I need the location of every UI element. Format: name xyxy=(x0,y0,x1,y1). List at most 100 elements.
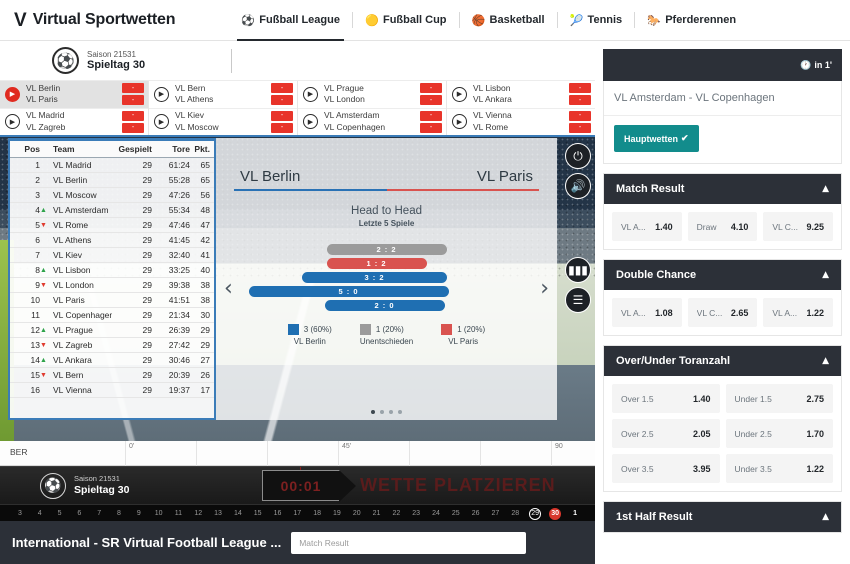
fixture-row[interactable]: ▶ VL Berlin VL Paris - - xyxy=(0,81,148,109)
round-number[interactable]: 20 xyxy=(347,510,367,517)
market-header[interactable]: Over/Under Toranzahl ▲ xyxy=(604,346,841,376)
chevron-up-icon[interactable]: ▲ xyxy=(822,512,829,522)
odd-cell[interactable]: - xyxy=(420,110,442,121)
odd-cell[interactable]: - xyxy=(271,110,293,121)
round-strip[interactable]: 3 4 5 6 7 8 9 10 11 12 13 14 15 16 17 18 19 20 21 22 23 24 25 2… xyxy=(0,504,595,521)
power-icon[interactable]: ⏻ xyxy=(565,143,591,169)
market-select[interactable]: Match Result xyxy=(291,531,527,554)
round-number[interactable]: 22 xyxy=(386,510,406,517)
round-number[interactable]: 19 xyxy=(327,510,347,517)
fixture-odds[interactable]: -- xyxy=(122,110,144,133)
odd-cell[interactable]: - xyxy=(420,95,442,106)
fixture-row[interactable]: ▶ VL Bern VL Athens - - xyxy=(149,81,297,109)
round-number[interactable]: 8 xyxy=(109,510,129,517)
odd-cell[interactable]: - xyxy=(569,83,591,94)
selection-button[interactable]: VL A... 1.22 xyxy=(763,298,834,327)
nav-item-tennis[interactable]: 🎾 Tennis xyxy=(558,0,635,41)
round-number[interactable]: 27 xyxy=(486,510,506,517)
selection-button[interactable]: Draw 4.10 xyxy=(687,212,758,241)
selection-button[interactable]: Over 1.5 1.40 xyxy=(612,384,720,413)
odd-cell[interactable]: - xyxy=(420,83,442,94)
nav-item-fu-ball-cup[interactable]: 🟡 Fußball Cup xyxy=(353,0,459,41)
odd-cell[interactable]: - xyxy=(569,95,591,106)
play-icon[interactable]: ▶ xyxy=(5,114,20,130)
round-number[interactable]: 11 xyxy=(169,510,189,517)
selection-button[interactable]: Under 2.5 1.70 xyxy=(725,419,833,448)
odd-cell[interactable]: - xyxy=(271,83,293,94)
market-header[interactable]: Match Result ▲ xyxy=(604,174,841,204)
odd-cell[interactable]: - xyxy=(569,122,591,133)
fixture-odds[interactable]: -- xyxy=(420,83,442,106)
round-number[interactable]: 12 xyxy=(188,510,208,517)
play-icon[interactable]: ▶ xyxy=(154,86,169,102)
round-number[interactable]: 3 xyxy=(10,510,30,517)
round-number[interactable]: 10 xyxy=(149,510,169,517)
carousel-dots[interactable] xyxy=(216,410,557,414)
round-number[interactable]: 23 xyxy=(406,510,426,517)
round-number[interactable]: 16 xyxy=(268,510,288,517)
play-icon[interactable]: ▶ xyxy=(452,86,467,102)
fixture-odds[interactable]: -- xyxy=(271,83,293,106)
round-current[interactable]: 29 xyxy=(529,507,542,520)
selection-button[interactable]: Under 3.5 1.22 xyxy=(725,454,833,483)
fixture-odds[interactable]: -- xyxy=(569,83,591,106)
tab-hauptwetten[interactable]: Hauptwetten ✔ xyxy=(614,125,699,152)
place-bet-cta[interactable]: WETTE PLATZIEREN xyxy=(360,475,556,496)
round-number[interactable]: 7 xyxy=(89,510,109,517)
selection-button[interactable]: VL C... 9.25 xyxy=(763,212,834,241)
carousel-dot[interactable] xyxy=(398,410,402,414)
carousel-prev-icon[interactable]: ‹ xyxy=(224,278,233,300)
market-header[interactable]: 1st Half Result ▲ xyxy=(604,502,841,532)
statistics-icon[interactable]: ▮▮▮ xyxy=(565,257,591,283)
carousel-next-icon[interactable]: › xyxy=(540,278,549,300)
play-icon[interactable]: ▶ xyxy=(303,114,318,130)
round-number[interactable]: 13 xyxy=(208,510,228,517)
round-number[interactable]: 5 xyxy=(50,510,70,517)
chevron-up-icon[interactable]: ▲ xyxy=(822,184,829,194)
carousel-dot[interactable] xyxy=(389,410,393,414)
round-number[interactable]: 15 xyxy=(248,510,268,517)
round-number[interactable]: 24 xyxy=(426,510,446,517)
chevron-up-icon[interactable]: ▲ xyxy=(822,356,829,366)
nav-item-fu-ball-league[interactable]: ⚽ Fußball League xyxy=(229,0,352,41)
fixture-row[interactable]: ▶ VL Madrid VL Zagreb - - xyxy=(0,109,148,136)
round-number[interactable]: 9 xyxy=(129,510,149,517)
selection-button[interactable]: Over 2.5 2.05 xyxy=(612,419,720,448)
round-number[interactable]: 14 xyxy=(228,510,248,517)
chevron-up-icon[interactable]: ▲ xyxy=(822,270,829,280)
round-number[interactable]: 17 xyxy=(287,510,307,517)
odd-cell[interactable]: - xyxy=(122,83,144,94)
carousel-dot[interactable] xyxy=(380,410,384,414)
selection-button[interactable]: VL A... 1.08 xyxy=(612,298,682,327)
round-number[interactable]: 26 xyxy=(466,510,486,517)
fixture-odds[interactable]: -- xyxy=(122,83,144,106)
odd-cell[interactable]: - xyxy=(420,122,442,133)
fixture-odds[interactable]: -- xyxy=(569,110,591,133)
fixture-odds[interactable]: -- xyxy=(420,110,442,133)
play-icon[interactable]: ▶ xyxy=(5,86,20,102)
odd-cell[interactable]: - xyxy=(271,95,293,106)
odd-cell[interactable]: - xyxy=(569,110,591,121)
fixture-row[interactable]: ▶ VL Prague VL London - - xyxy=(298,81,446,109)
selection-button[interactable]: Under 1.5 2.75 xyxy=(725,384,833,413)
selection-button[interactable]: VL A... 1.40 xyxy=(612,212,682,241)
odd-cell[interactable]: - xyxy=(122,95,144,106)
volume-icon[interactable]: 🔊 xyxy=(565,173,591,199)
play-icon[interactable]: ▶ xyxy=(154,114,169,130)
round-number[interactable]: 6 xyxy=(69,510,89,517)
odd-cell[interactable]: - xyxy=(271,122,293,133)
nav-item-basketball[interactable]: 🏀 Basketball xyxy=(460,0,557,41)
round-number[interactable]: 4 xyxy=(30,510,50,517)
fixture-row[interactable]: ▶ VL Lisbon VL Ankara - - xyxy=(447,81,595,109)
odd-cell[interactable]: - xyxy=(122,110,144,121)
round-next[interactable]: 30 xyxy=(549,507,562,520)
round-number[interactable]: 18 xyxy=(307,510,327,517)
fixture-row[interactable]: ▶ VL Vienna VL Rome - - xyxy=(447,109,595,136)
standings-table[interactable]: Pos Team Gespielt Tore Pkt. 1 VL Madrid 29… xyxy=(8,138,216,420)
round-last[interactable]: 1 xyxy=(565,510,585,517)
nav-item-pferderennen[interactable]: 🐎 Pferderennen xyxy=(635,0,748,41)
play-icon[interactable]: ▶ xyxy=(303,86,318,102)
fixture-row[interactable]: ▶ VL Amsterdam VL Copenhagen - - xyxy=(298,109,446,136)
list-icon[interactable]: ☰ xyxy=(565,287,591,313)
fixture-odds[interactable]: -- xyxy=(271,110,293,133)
